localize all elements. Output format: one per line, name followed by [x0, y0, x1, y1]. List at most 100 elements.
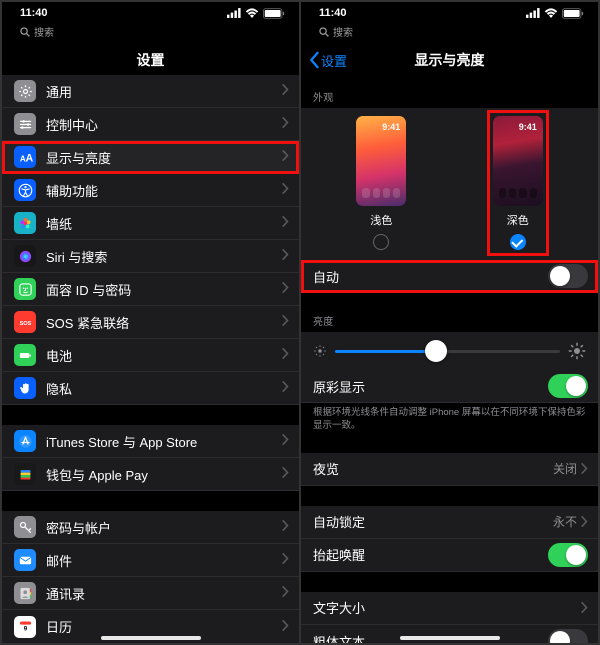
battery-icon — [14, 344, 36, 366]
settings-row-privacy[interactable]: 隐私 — [2, 372, 299, 405]
settings-row-accessibility[interactable]: 辅助功能 — [2, 174, 299, 207]
wifi-icon — [544, 8, 558, 18]
row-label: iTunes Store 与 App Store — [46, 432, 282, 451]
row-value: 永不 — [553, 513, 577, 530]
appearance-picker: 9:41 浅色 9:41 深色 — [301, 108, 598, 260]
row-auto[interactable]: 自动 — [301, 260, 598, 293]
dark-radio[interactable] — [510, 234, 526, 250]
row-raise[interactable]: 抬起唤醒 — [301, 539, 598, 572]
chevron-right-icon — [581, 463, 588, 474]
row-label: 通讯录 — [46, 584, 282, 603]
boldtext-toggle[interactable] — [548, 629, 588, 643]
settings-row-display[interactable]: AA显示与亮度 — [2, 141, 299, 174]
row-label: 邮件 — [46, 551, 282, 570]
appearance-option-light[interactable]: 9:41 浅色 — [356, 116, 406, 250]
chevron-right-icon — [581, 516, 588, 527]
sos-icon: SOS — [14, 311, 36, 333]
search-bar-hint[interactable]: 搜索 — [2, 24, 299, 45]
thumb-time: 9:41 — [382, 122, 400, 132]
chevron-right-icon — [282, 280, 289, 298]
display-settings-list[interactable]: 外观 9:41 浅色 9:41 深色 — [301, 75, 598, 643]
status-time: 11:40 — [20, 7, 48, 19]
page-title: 设置 — [137, 50, 165, 70]
settings-row-sos[interactable]: SOSSOS 紧急联络 — [2, 306, 299, 339]
light-thumbnail: 9:41 — [356, 116, 406, 206]
appearance-option-dark[interactable]: 9:41 深色 — [493, 116, 543, 250]
chevron-right-icon — [282, 247, 289, 265]
sun-large-icon — [568, 342, 586, 360]
row-label: 密码与帐户 — [46, 518, 282, 537]
settings-row-mail[interactable]: 邮件 — [2, 544, 299, 577]
dark-thumbnail: 9:41 — [493, 116, 543, 206]
settings-main-screen: 11:40 搜索 设置 通用控制中心AA显示与亮度辅助功能墙纸Siri 与搜索面… — [2, 2, 299, 643]
nav-bar: 设置 — [2, 45, 299, 75]
status-bar: 11:40 — [301, 2, 598, 24]
brightness-slider-row — [301, 332, 598, 370]
wifi-icon — [245, 8, 259, 18]
display-brightness-screen: 11:40 搜索 设置 显示与亮度 外观 9:41 — [301, 2, 598, 643]
brightness-slider[interactable] — [335, 350, 560, 353]
row-label: 显示与亮度 — [46, 148, 282, 167]
row-label: 通用 — [46, 82, 282, 101]
back-button[interactable]: 设置 — [307, 45, 347, 75]
search-icon — [319, 27, 329, 37]
row-label: 电池 — [46, 346, 282, 365]
row-label: 墙纸 — [46, 214, 282, 233]
settings-row-itunes[interactable]: iTunes Store 与 App Store — [2, 425, 299, 458]
truetone-toggle[interactable] — [548, 374, 588, 398]
settings-row-siri[interactable]: Siri 与搜索 — [2, 240, 299, 273]
sliders-icon — [14, 113, 36, 135]
svg-text:A: A — [25, 152, 33, 164]
settings-row-general[interactable]: 通用 — [2, 75, 299, 108]
settings-row-wallpaper[interactable]: 墙纸 — [2, 207, 299, 240]
settings-list[interactable]: 通用控制中心AA显示与亮度辅助功能墙纸Siri 与搜索面容 ID 与密码SOSS… — [2, 75, 299, 643]
settings-row-wallet[interactable]: 钱包与 Apple Pay — [2, 458, 299, 491]
accessibility-icon — [14, 179, 36, 201]
settings-row-contacts[interactable]: 通讯录 — [2, 577, 299, 610]
chevron-right-icon — [282, 115, 289, 133]
row-label: 夜览 — [313, 459, 553, 478]
page-title: 显示与亮度 — [415, 50, 485, 70]
row-label: 辅助功能 — [46, 181, 282, 200]
gear-icon — [14, 80, 36, 102]
mail-icon — [14, 549, 36, 571]
search-bar-hint[interactable]: 搜索 — [301, 24, 598, 45]
light-label: 浅色 — [370, 212, 392, 228]
status-indicators — [227, 8, 285, 19]
row-truetone[interactable]: 原彩显示 — [301, 370, 598, 403]
thumb-time: 9:41 — [519, 122, 537, 132]
settings-row-faceid[interactable]: 面容 ID 与密码 — [2, 273, 299, 306]
light-radio[interactable] — [373, 234, 389, 250]
svg-text:SOS: SOS — [19, 321, 31, 327]
search-hint-label: 搜索 — [333, 24, 353, 39]
row-label: 抬起唤醒 — [313, 545, 548, 564]
nav-bar: 设置 显示与亮度 — [301, 45, 598, 75]
chevron-right-icon — [282, 465, 289, 483]
row-boldtext[interactable]: 粗体文本 — [301, 625, 598, 643]
settings-row-battery[interactable]: 电池 — [2, 339, 299, 372]
chevron-right-icon — [282, 181, 289, 199]
chevron-right-icon — [282, 618, 289, 636]
hand-icon — [14, 377, 36, 399]
row-nightshift[interactable]: 夜览 关闭 — [301, 453, 598, 486]
chevron-right-icon — [282, 518, 289, 536]
chevron-right-icon — [282, 313, 289, 331]
siri-icon — [14, 245, 36, 267]
calendar-icon: 9 — [14, 616, 36, 638]
battery-icon — [263, 8, 285, 19]
status-indicators — [526, 8, 584, 19]
row-textsize[interactable]: 文字大小 — [301, 592, 598, 625]
home-indicator — [101, 636, 201, 640]
row-autolock[interactable]: 自动锁定 永不 — [301, 506, 598, 539]
brightness-thumb[interactable] — [425, 340, 447, 362]
row-value: 关闭 — [553, 460, 577, 477]
chevron-right-icon — [282, 346, 289, 364]
raise-toggle[interactable] — [548, 543, 588, 567]
settings-row-passwords[interactable]: 密码与帐户 — [2, 511, 299, 544]
search-icon — [20, 27, 30, 37]
chevron-left-icon — [307, 51, 321, 69]
search-hint-label: 搜索 — [34, 24, 54, 39]
status-time: 11:40 — [319, 7, 347, 19]
auto-toggle[interactable] — [548, 264, 588, 288]
settings-row-control[interactable]: 控制中心 — [2, 108, 299, 141]
